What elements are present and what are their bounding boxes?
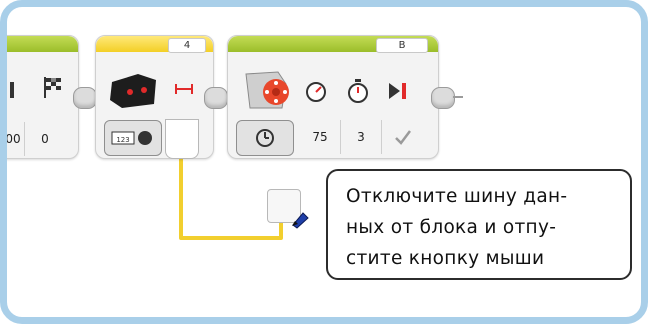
block-parameter-row: 75 3 xyxy=(236,120,422,156)
block-mode-row: 123 xyxy=(104,120,162,156)
callout-line-1: Отключите шину дан- xyxy=(346,186,568,207)
param-value-2[interactable]: 0 xyxy=(25,122,65,156)
data-output-plug[interactable] xyxy=(165,119,199,159)
rotations-mode-button[interactable] xyxy=(236,120,294,156)
check-icon xyxy=(395,130,411,145)
screenshot-frame: 00 0 4 123 B 75 3 Отключите шину дан- ны… xyxy=(0,0,648,324)
rotations-value[interactable]: 3 xyxy=(341,120,382,154)
callout-line-3: стите кнопку мыши xyxy=(346,248,545,269)
power-value[interactable]: 75 xyxy=(300,120,341,154)
speed-gauge-icon xyxy=(306,82,326,102)
large-motor-block[interactable]: B 75 3 xyxy=(227,35,439,159)
stopwatch-icon xyxy=(348,79,368,103)
checkered-flag-icon xyxy=(44,77,61,98)
param-value-1[interactable]: 00 xyxy=(7,122,25,156)
sequence-connector[interactable] xyxy=(204,87,228,109)
large-motor-icon xyxy=(245,71,289,109)
compare-mode-button[interactable]: 123 xyxy=(104,120,162,156)
program-block-left[interactable]: 00 0 xyxy=(7,35,79,159)
brake-value[interactable] xyxy=(382,120,422,154)
block-parameter-row: 00 0 xyxy=(7,122,65,156)
sequence-connector[interactable] xyxy=(73,87,97,109)
brake-stop-icon xyxy=(389,83,406,99)
sequence-exit-line xyxy=(453,96,463,98)
sequence-connector[interactable] xyxy=(431,87,455,109)
ultrasonic-sensor-icon xyxy=(110,74,156,108)
port-selector[interactable]: 4 xyxy=(168,38,206,53)
compare-mode-icon: 123 xyxy=(111,131,152,145)
svg-text:123: 123 xyxy=(116,136,129,144)
instruction-callout: Отключите шину дан- ных от блока и отпу-… xyxy=(326,169,632,280)
port-selector[interactable]: B xyxy=(376,38,428,53)
callout-line-2: ных от блока и отпу- xyxy=(346,217,557,238)
rotations-mode-icon xyxy=(256,129,274,147)
block-header xyxy=(7,36,78,52)
bars-icon xyxy=(10,82,14,98)
distance-arrows-icon xyxy=(175,84,193,94)
cursor-pointer-icon xyxy=(292,212,309,229)
